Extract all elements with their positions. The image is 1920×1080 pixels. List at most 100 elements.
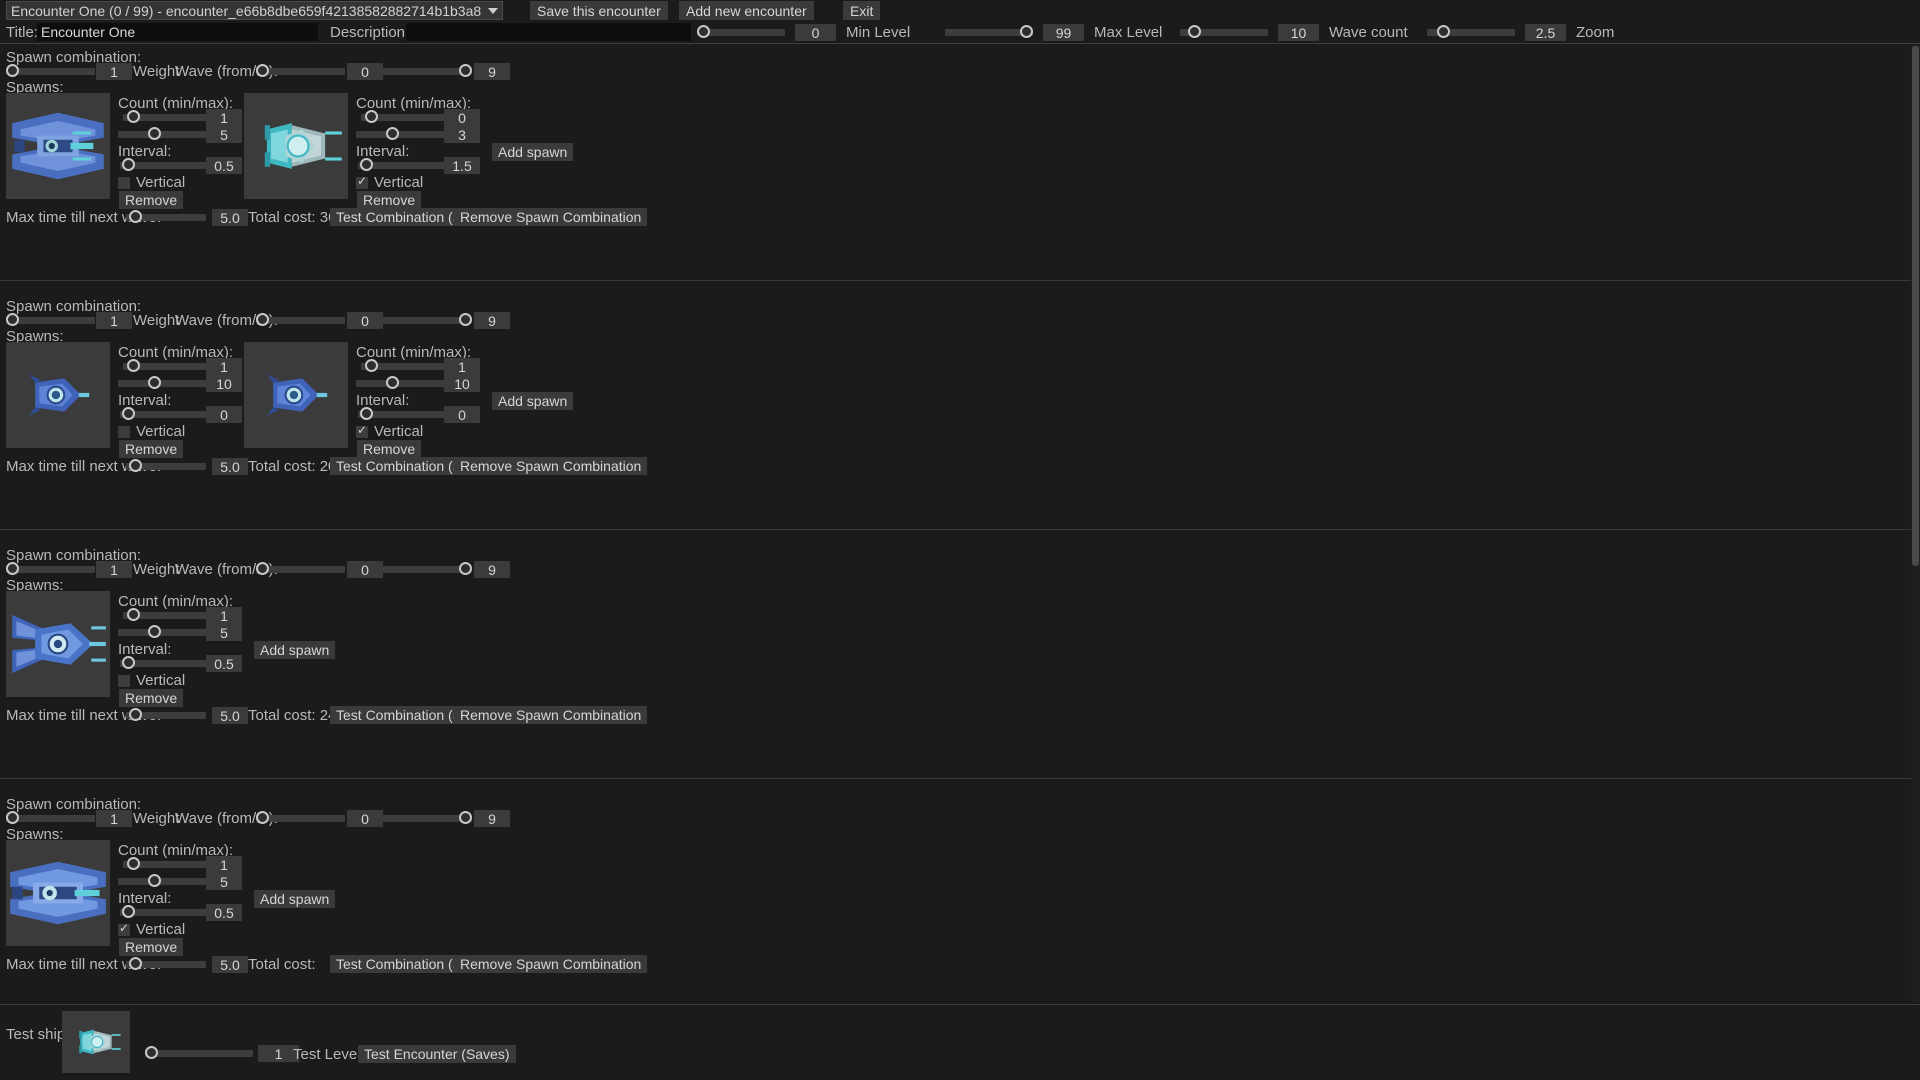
slider-knob[interactable] <box>122 407 135 420</box>
count-min-slider-2-0[interactable] <box>123 608 212 622</box>
spawn-ship-thumbnail[interactable] <box>244 93 348 199</box>
remove-spawn-button-3-0[interactable]: Remove <box>119 938 184 956</box>
slider-knob[interactable] <box>148 376 161 389</box>
count-min-value-0-1[interactable]: 0 <box>444 109 480 126</box>
count-max-value-0-0[interactable]: 5 <box>206 126 242 143</box>
slider-knob[interactable] <box>697 25 710 38</box>
weight-slider-0[interactable] <box>6 64 95 78</box>
remove-spawn-combination-button-0[interactable]: Remove Spawn Combination <box>454 208 648 226</box>
wave-count-value[interactable]: 10 <box>1278 24 1319 41</box>
slider-knob[interactable] <box>459 64 472 77</box>
weight-slider-3[interactable] <box>6 811 95 825</box>
slider-knob[interactable] <box>459 562 472 575</box>
spawn-ship-thumbnail[interactable] <box>6 591 110 697</box>
count-max-slider-1-0[interactable] <box>118 376 207 390</box>
wave-to-slider-2[interactable] <box>383 562 472 576</box>
interval-value-2-0[interactable]: 0.5 <box>206 655 242 672</box>
slider-knob[interactable] <box>6 811 19 824</box>
slider-knob[interactable] <box>386 127 399 140</box>
count-min-value-1-0[interactable]: 1 <box>206 358 242 375</box>
count-max-value-2-0[interactable]: 5 <box>206 624 242 641</box>
wave-from-value-2[interactable]: 0 <box>347 561 383 578</box>
remove-spawn-button-1-0[interactable]: Remove <box>119 440 184 458</box>
wave-from-value-0[interactable]: 0 <box>347 63 383 80</box>
interval-slider-0-1[interactable] <box>358 158 447 172</box>
wave-count-slider[interactable] <box>1180 25 1268 39</box>
wave-to-value-2[interactable]: 9 <box>474 561 510 578</box>
interval-value-1-1[interactable]: 0 <box>444 406 480 423</box>
count-max-slider-1-1[interactable] <box>356 376 445 390</box>
weight-slider-1[interactable] <box>6 313 95 327</box>
spawn-ship-thumbnail[interactable] <box>6 93 110 199</box>
title-input[interactable] <box>37 23 318 41</box>
description-input[interactable] <box>406 23 691 41</box>
slider-knob[interactable] <box>129 210 142 223</box>
wave-to-slider-0[interactable] <box>383 64 472 78</box>
slider-knob[interactable] <box>360 407 373 420</box>
slider-knob[interactable] <box>127 359 140 372</box>
count-min-value-0-0[interactable]: 1 <box>206 109 242 126</box>
remove-spawn-button-2-0[interactable]: Remove <box>119 689 184 707</box>
vertical-scrollbar[interactable] <box>1911 44 1920 1002</box>
slider-knob[interactable] <box>256 64 269 77</box>
count-min-slider-1-0[interactable] <box>123 359 212 373</box>
max-time-value-2[interactable]: 5.0 <box>212 707 248 724</box>
slider-knob[interactable] <box>127 608 140 621</box>
slider-knob[interactable] <box>148 127 161 140</box>
encounter-selector-dropdown[interactable]: Encounter One (0 / 99) - encounter_e66b8… <box>6 1 503 20</box>
wave-to-slider-3[interactable] <box>383 811 472 825</box>
zoom-slider[interactable] <box>1427 25 1515 39</box>
remove-spawn-button-0-1[interactable]: Remove <box>357 191 422 209</box>
wave-from-value-3[interactable]: 0 <box>347 810 383 827</box>
slider-knob[interactable] <box>1188 25 1201 38</box>
slider-knob[interactable] <box>122 656 135 669</box>
slider-knob[interactable] <box>129 708 142 721</box>
interval-slider-3-0[interactable] <box>120 905 209 919</box>
save-encounter-button[interactable]: Save this encounter <box>530 1 668 20</box>
checkbox-box[interactable] <box>356 423 368 438</box>
checkbox-box[interactable] <box>118 921 130 936</box>
slider-knob[interactable] <box>256 811 269 824</box>
wave-from-slider-2[interactable] <box>256 562 345 576</box>
slider-knob[interactable] <box>6 64 19 77</box>
count-min-slider-0-0[interactable] <box>123 110 212 124</box>
count-min-slider-1-1[interactable] <box>361 359 450 373</box>
count-max-slider-2-0[interactable] <box>118 625 207 639</box>
slider-knob[interactable] <box>386 376 399 389</box>
remove-spawn-combination-button-2[interactable]: Remove Spawn Combination <box>454 706 648 724</box>
slider-knob[interactable] <box>148 874 161 887</box>
count-max-value-3-0[interactable]: 5 <box>206 873 242 890</box>
vertical-checkbox-0-1[interactable]: Vertical <box>356 174 423 191</box>
wave-to-slider-1[interactable] <box>383 313 472 327</box>
test-ship-thumbnail[interactable] <box>62 1011 130 1073</box>
remove-spawn-button-0-0[interactable]: Remove <box>119 191 184 209</box>
slider-knob[interactable] <box>127 857 140 870</box>
max-time-slider-1[interactable] <box>126 459 206 473</box>
spawn-ship-thumbnail[interactable] <box>6 840 110 946</box>
min-level-slider[interactable] <box>697 25 785 39</box>
slider-knob[interactable] <box>6 313 19 326</box>
slider-knob[interactable] <box>1437 25 1450 38</box>
wave-from-value-1[interactable]: 0 <box>347 312 383 329</box>
test-level-slider[interactable] <box>145 1046 253 1060</box>
count-min-value-3-0[interactable]: 1 <box>206 856 242 873</box>
add-encounter-button[interactable]: Add new encounter <box>679 1 814 20</box>
slider-knob[interactable] <box>6 562 19 575</box>
count-min-slider-0-1[interactable] <box>361 110 450 124</box>
interval-slider-1-0[interactable] <box>120 407 209 421</box>
exit-button[interactable]: Exit <box>843 1 881 20</box>
max-time-value-1[interactable]: 5.0 <box>212 458 248 475</box>
max-time-slider-0[interactable] <box>126 210 206 224</box>
wave-from-slider-0[interactable] <box>256 64 345 78</box>
remove-spawn-combination-button-1[interactable]: Remove Spawn Combination <box>454 457 648 475</box>
weight-value-2[interactable]: 1 <box>96 561 132 578</box>
interval-value-1-0[interactable]: 0 <box>206 406 242 423</box>
weight-value-1[interactable]: 1 <box>96 312 132 329</box>
checkbox-box[interactable] <box>118 674 130 687</box>
max-level-slider[interactable] <box>945 25 1033 39</box>
count-max-slider-3-0[interactable] <box>118 874 207 888</box>
interval-value-0-0[interactable]: 0.5 <box>206 157 242 174</box>
wave-from-slider-1[interactable] <box>256 313 345 327</box>
max-time-slider-3[interactable] <box>126 957 206 971</box>
interval-value-3-0[interactable]: 0.5 <box>206 904 242 921</box>
